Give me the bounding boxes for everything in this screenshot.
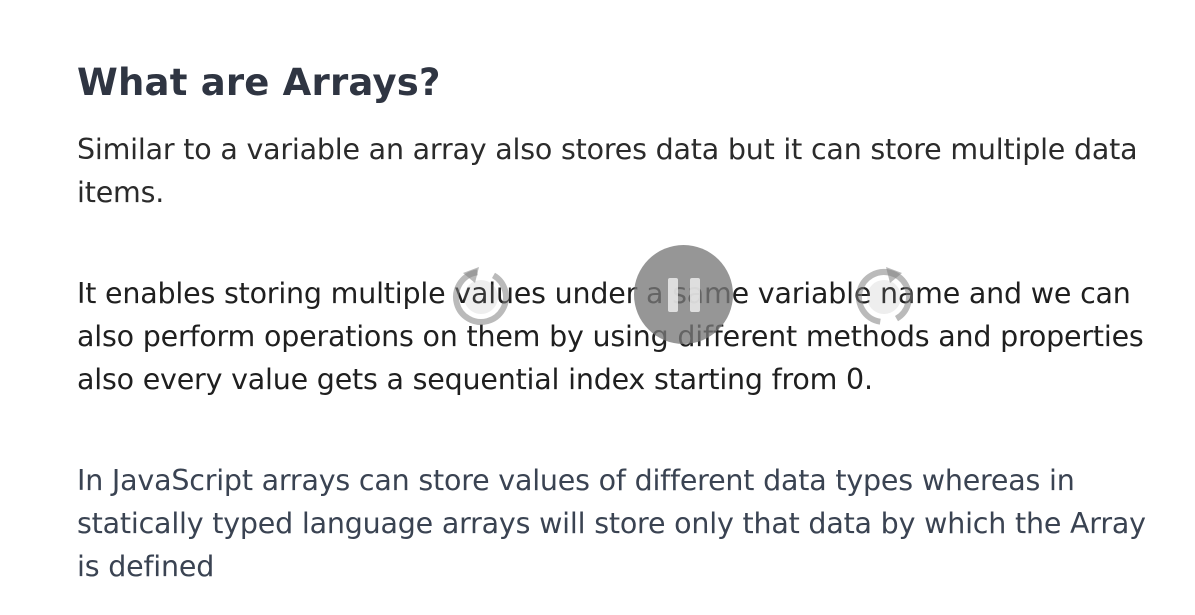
paragraph-features: It enables storing multiple values under… (77, 277, 1144, 396)
paragraph-javascript: In JavaScript arrays can store values of… (77, 464, 1146, 583)
pause-icon-bar-left (667, 277, 678, 312)
slide-content: What are Arrays? Similar to a variable a… (77, 58, 1167, 588)
rewind-button[interactable] (449, 263, 513, 327)
paragraph-definition: Similar to a variable an array also stor… (77, 133, 1138, 209)
slide: What are Arrays? Similar to a variable a… (0, 0, 1195, 615)
pause-icon (667, 277, 700, 312)
pause-icon-bar-right (689, 277, 700, 312)
rewind-icon (453, 267, 509, 325)
forward-icon (856, 267, 912, 325)
forward-button[interactable] (852, 263, 916, 327)
slide-title: What are Arrays? (77, 61, 441, 104)
pause-button[interactable] (634, 245, 733, 344)
